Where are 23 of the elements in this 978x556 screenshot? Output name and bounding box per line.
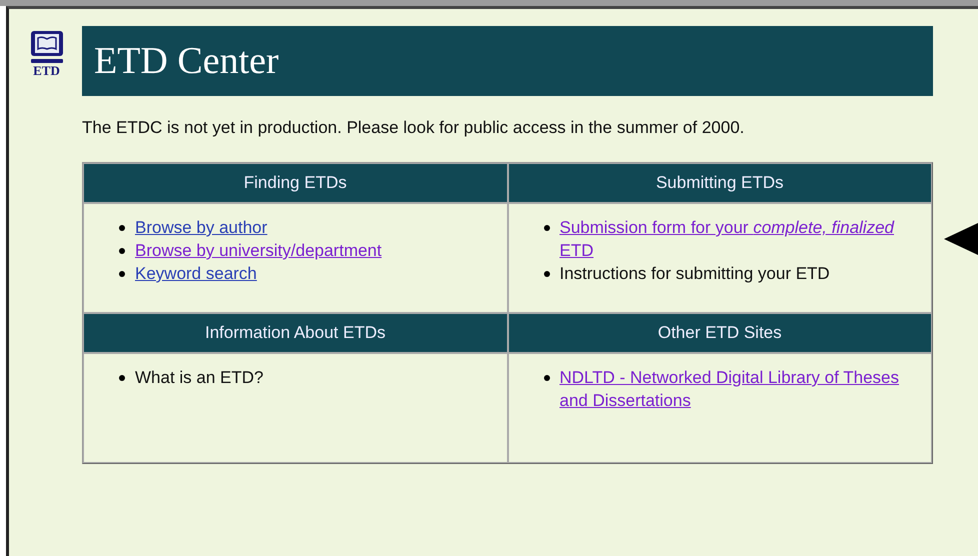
bullet-icon <box>119 248 125 254</box>
logo-text: ETD <box>33 64 60 78</box>
section-heading: Finding ETDs <box>83 163 508 203</box>
section-heading: Submitting ETDs <box>508 163 932 203</box>
bullet-icon <box>544 271 550 277</box>
pointer-arrow-icon <box>944 223 978 255</box>
link[interactable]: Keyword search <box>135 262 257 285</box>
notice-text: The ETDC is not yet in production. Please look for public access in the summer of 2000. <box>82 118 746 138</box>
bullet-icon <box>544 375 550 381</box>
bullet-icon <box>119 225 125 231</box>
link[interactable]: Browse by author <box>135 216 268 239</box>
book-monitor-icon <box>28 30 64 64</box>
section-heading: Information About ETDs <box>83 313 508 353</box>
section-heading: Other ETD Sites <box>508 313 932 353</box>
bullet-icon <box>119 375 125 381</box>
list-text: What is an ETD? <box>135 367 264 389</box>
list-text: Instructions for submitting your ETD <box>560 263 830 285</box>
link[interactable]: Browse by university/department <box>135 239 382 262</box>
bullet-icon <box>119 271 125 277</box>
link[interactable]: Submission form for your complete, finalized ETD <box>560 216 911 262</box>
bullet-icon <box>544 225 550 231</box>
page-title: ETD Center <box>94 39 279 83</box>
link[interactable]: NDLTD - Networked Digital Library of Theses and Dissertations <box>560 366 911 412</box>
